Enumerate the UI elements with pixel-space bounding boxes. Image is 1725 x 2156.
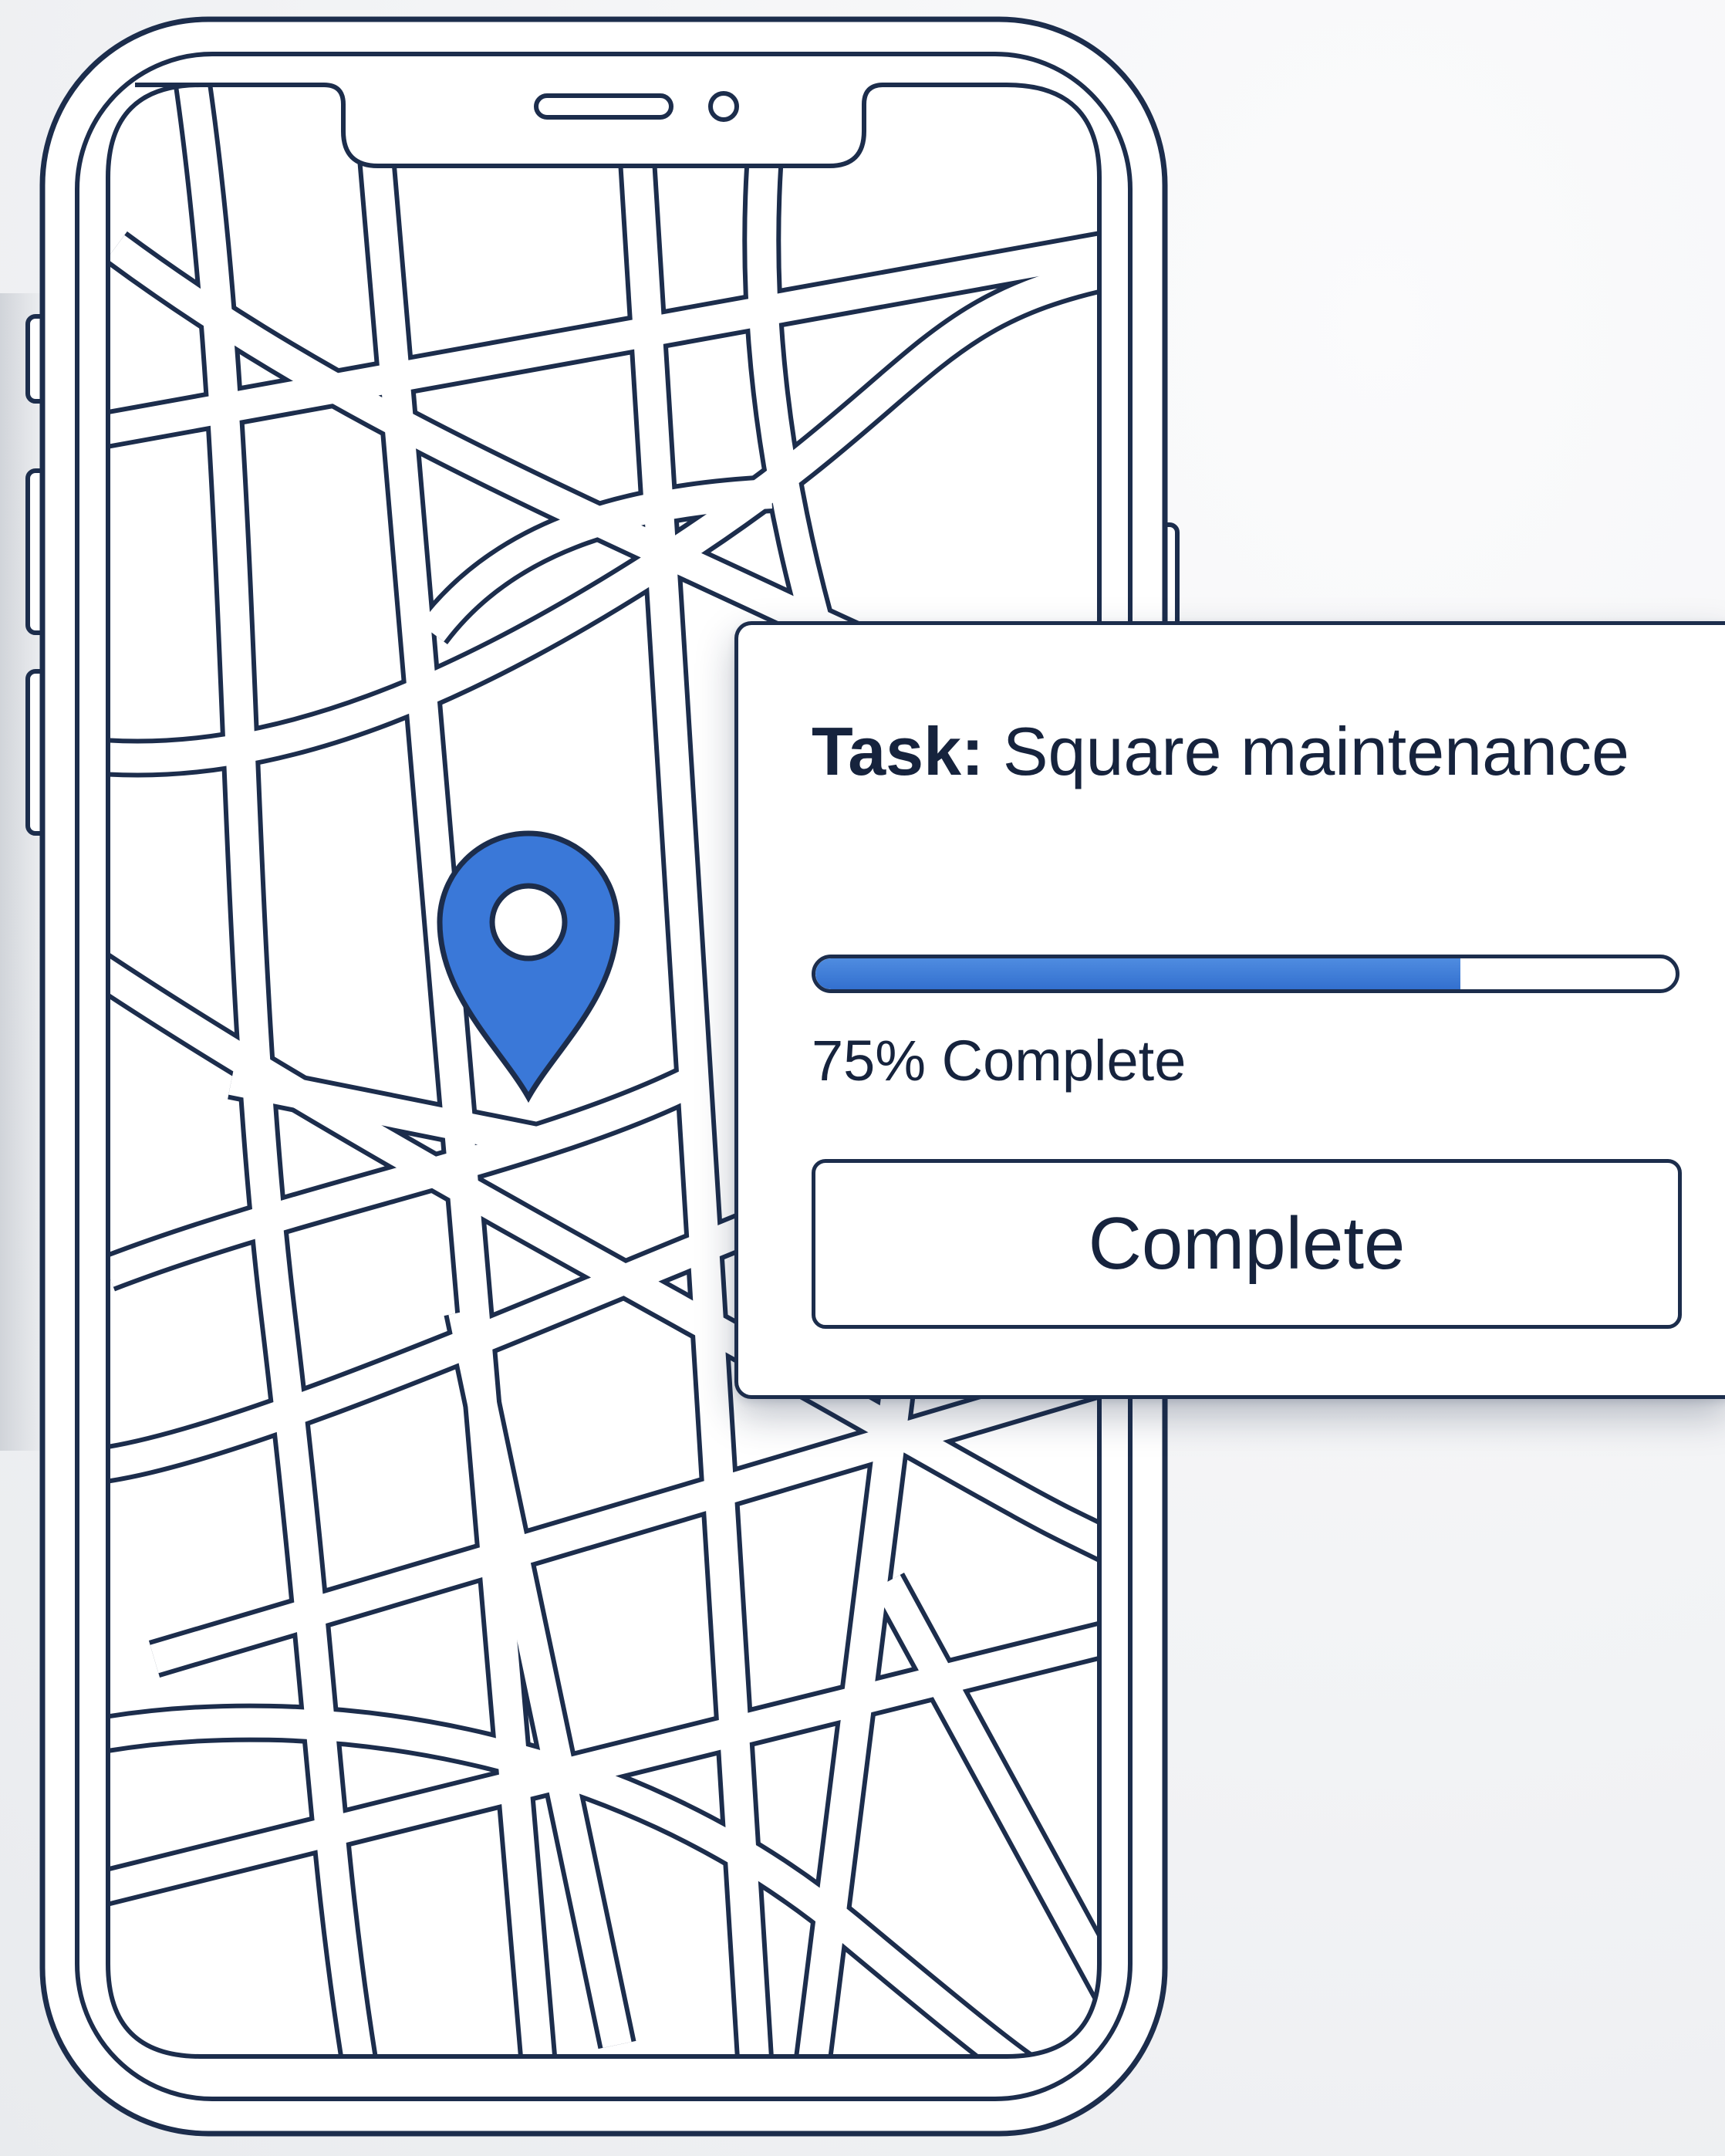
progress-bar-fill [815, 958, 1461, 989]
progress-label: 75% Complete [812, 1029, 1187, 1093]
task-title-key: Task: [812, 713, 984, 789]
complete-button[interactable]: Complete [812, 1159, 1682, 1329]
task-title-value: Square maintenance [1002, 713, 1629, 789]
progress-bar [812, 955, 1679, 993]
task-card: Task: Square maintenance 75% Complete Co… [734, 621, 1725, 1399]
task-title: Task: Square maintenance [812, 702, 1660, 801]
front-camera [708, 91, 739, 122]
speaker-grille [534, 93, 673, 120]
